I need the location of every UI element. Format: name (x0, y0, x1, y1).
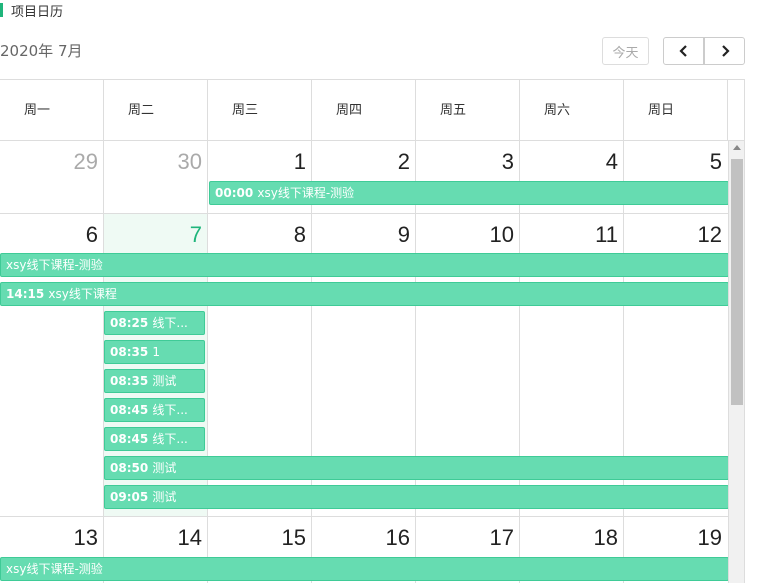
calendar-event[interactable]: 09:05 测试 (104, 485, 728, 509)
weekday-sat: 周六 (520, 80, 624, 141)
section-title: 项目日历 (11, 4, 64, 20)
day-cell-number[interactable]: 17 (416, 525, 514, 551)
next-month-button[interactable] (704, 37, 745, 65)
calendar-event[interactable]: 08:35 1 (104, 340, 205, 364)
event-title: xsy线下课程-测验 (6, 258, 103, 272)
weekday-header-row: 周一 周二 周三 周四 周五 周六 周日 (0, 80, 744, 141)
day-cell-number[interactable]: 12 (624, 222, 722, 248)
event-time: 08:50 (110, 461, 153, 475)
event-title: xsy线下课程-测验 (257, 186, 355, 200)
calendar-grid: 周一 周二 周三 周四 周五 周六 周日 29 30 1 2 3 4 5 00:… (0, 79, 745, 583)
calendar-event[interactable]: xsy线下课程-测验 (0, 253, 728, 277)
event-title: 测试 (152, 490, 177, 504)
event-time: 00:00 (215, 186, 258, 200)
day-cell-number[interactable]: 9 (312, 222, 410, 248)
day-cell-number[interactable]: 29 (0, 149, 98, 175)
weekday-sun: 周日 (624, 80, 728, 141)
event-title: xsy线下课程 (48, 287, 117, 301)
day-cell-number[interactable]: 5 (624, 149, 722, 175)
calendar-event[interactable]: 08:35 测试 (104, 369, 205, 393)
day-cell-number[interactable]: 8 (208, 222, 306, 248)
day-cell-number[interactable]: 6 (0, 222, 98, 248)
calendar-event[interactable]: xsy线下课程-测验 (0, 557, 728, 581)
event-time: 08:45 (110, 403, 153, 417)
event-time: 08:25 (110, 316, 153, 330)
event-title: 线下... (152, 316, 188, 330)
event-title: 线下... (152, 432, 188, 446)
event-title: 测试 (152, 374, 177, 388)
day-cell-number[interactable]: 3 (416, 149, 514, 175)
today-button[interactable]: 今天 (602, 37, 649, 65)
calendar-event[interactable]: 00:00 xsy线下课程-测验 (209, 181, 728, 205)
day-cell-number[interactable]: 15 (208, 525, 306, 551)
day-cell-number[interactable]: 10 (416, 222, 514, 248)
day-cell-number[interactable]: 2 (312, 149, 410, 175)
scroll-up-arrow-icon[interactable] (733, 145, 741, 150)
calendar-event[interactable]: 08:50 测试 (104, 456, 728, 480)
day-cell-number[interactable]: 1 (208, 149, 306, 175)
vertical-scrollbar[interactable] (728, 141, 744, 583)
section-accent-bar (0, 3, 3, 17)
day-cell-number[interactable]: 14 (104, 525, 202, 551)
weekday-wed: 周三 (208, 80, 312, 141)
weekday-fri: 周五 (416, 80, 520, 141)
calendar-event[interactable]: 08:25 线下... (104, 311, 205, 335)
event-time: 08:45 (110, 432, 153, 446)
week-divider (0, 516, 728, 517)
calendar-event[interactable]: 08:45 线下... (104, 398, 205, 422)
day-cell-number[interactable]: 13 (0, 525, 98, 551)
chevron-left-icon (678, 45, 687, 57)
calendar-event[interactable]: 08:45 线下... (104, 427, 205, 451)
scrollbar-thumb[interactable] (731, 159, 743, 405)
calendar-body: 29 30 1 2 3 4 5 00:00 xsy线下课程-测验 6 7 8 9… (0, 141, 728, 583)
event-time: 09:05 (110, 490, 153, 504)
prev-month-button[interactable] (663, 37, 704, 65)
day-cell-number[interactable]: 4 (520, 149, 618, 175)
event-title: 线下... (152, 403, 188, 417)
day-cell-number[interactable]: 19 (624, 525, 722, 551)
event-time: 08:35 (110, 374, 153, 388)
chevron-right-icon (721, 45, 730, 57)
day-cell-number[interactable]: 18 (520, 525, 618, 551)
day-cell-number[interactable]: 11 (520, 222, 618, 248)
week-divider (0, 213, 728, 214)
section-header: 项目日历 (0, 0, 63, 20)
day-cell-number[interactable]: 30 (104, 149, 202, 175)
day-cell-number[interactable]: 16 (312, 525, 410, 551)
event-title: 1 (152, 345, 161, 359)
weekday-thu: 周四 (312, 80, 416, 141)
weekday-mon: 周一 (0, 80, 104, 141)
calendar-event[interactable]: 14:15 xsy线下课程 (0, 282, 728, 306)
weekday-tue: 周二 (104, 80, 208, 141)
calendar-title: 2020年 7月 (0, 42, 83, 60)
day-cell-number-today[interactable]: 7 (104, 222, 202, 248)
event-title: 测试 (152, 461, 177, 475)
event-time: 08:35 (110, 345, 153, 359)
event-time: 14:15 (6, 287, 49, 301)
event-title: xsy线下课程-测验 (6, 562, 103, 576)
